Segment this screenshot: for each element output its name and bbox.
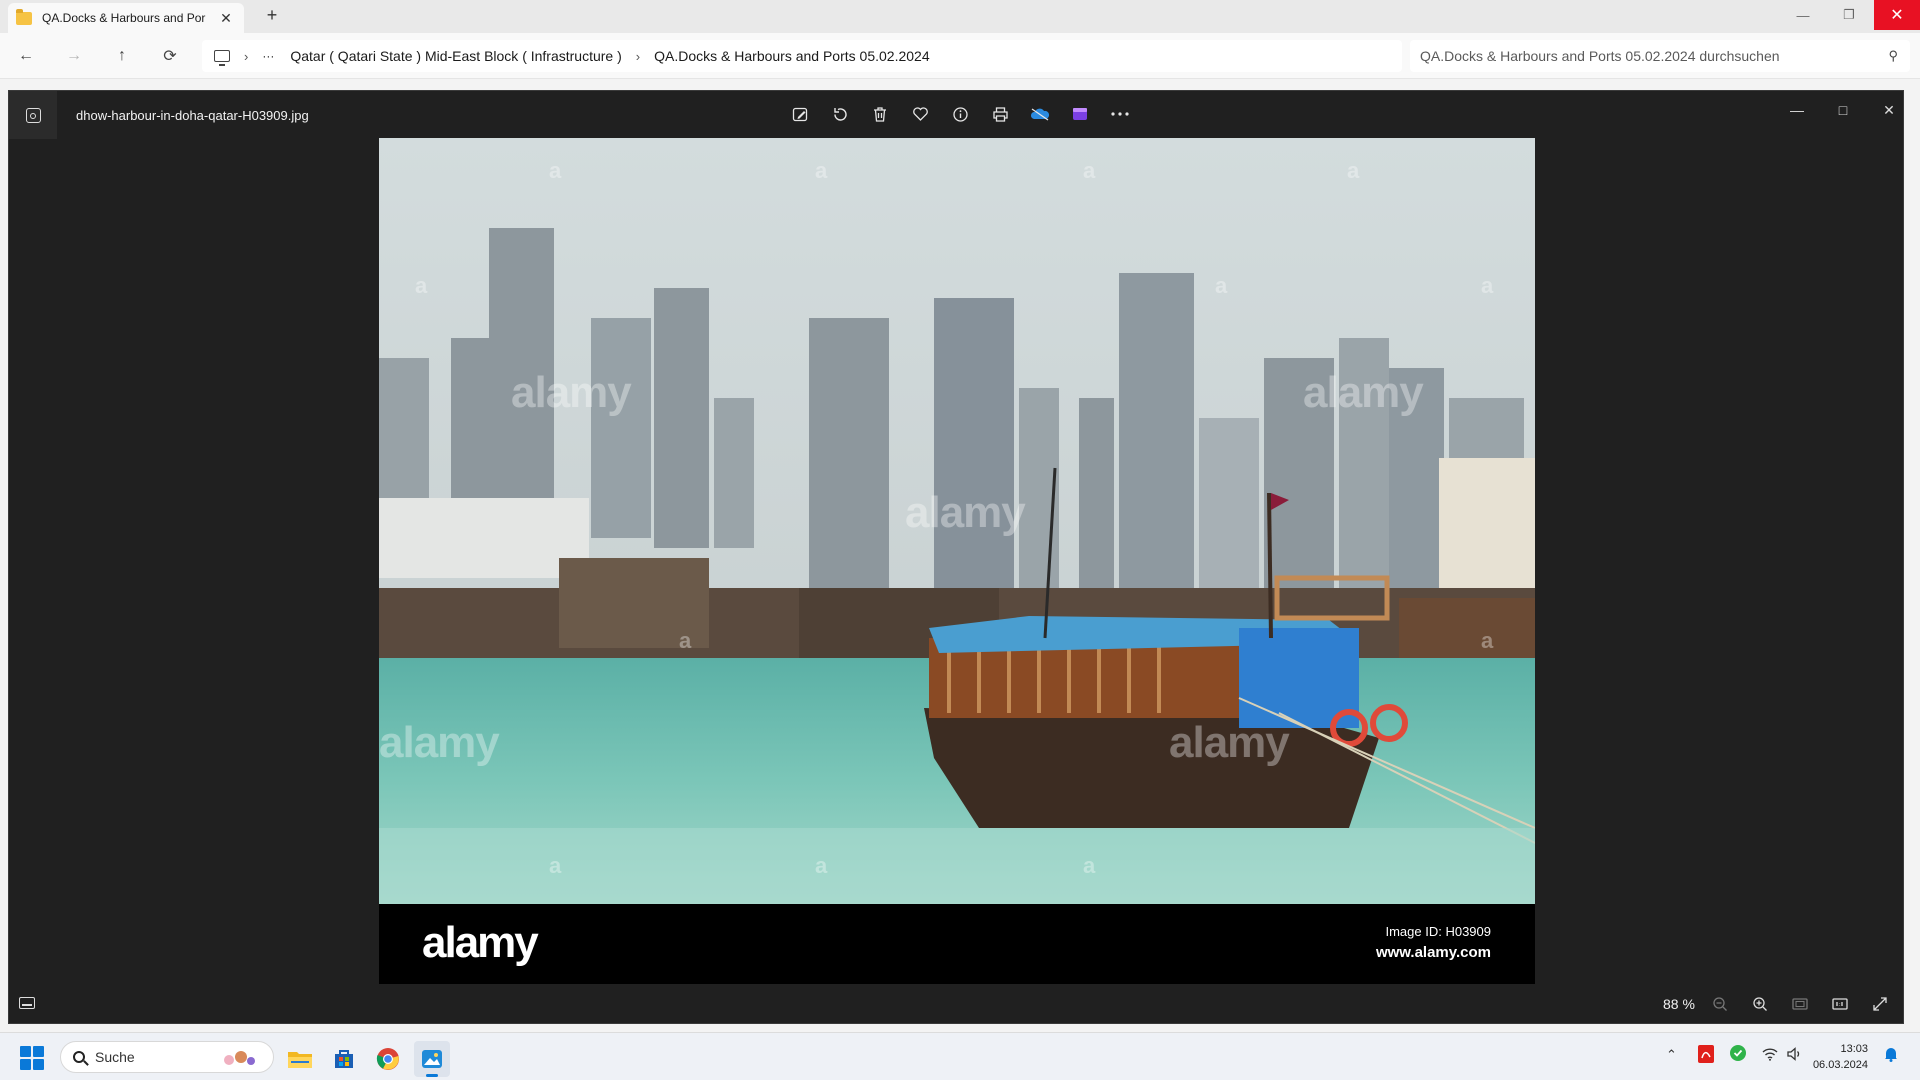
alamy-logo: alamy [422, 918, 539, 967]
this-pc-icon [214, 50, 230, 66]
watermark: alamy [511, 368, 632, 417]
breadcrumb-ellipsis[interactable]: ··· [262, 49, 274, 63]
windows-start-icon[interactable] [20, 1046, 44, 1070]
viewer-minimize-button[interactable]: — [1774, 95, 1820, 125]
volume-icon[interactable] [1786, 1047, 1802, 1064]
chrome-icon[interactable] [370, 1041, 406, 1077]
taskbar-clock[interactable]: 13:03 06.03.2024 [1808, 1041, 1868, 1073]
watermark-letter: a [1481, 273, 1494, 298]
actual-size-icon[interactable] [1826, 992, 1854, 1016]
rotate-icon[interactable] [826, 100, 854, 128]
search-icon [73, 1051, 85, 1063]
up-button[interactable]: ↑ [108, 43, 136, 69]
site-url: www.alamy.com [1375, 944, 1491, 961]
microsoft-store-icon[interactable] [326, 1041, 362, 1077]
back-button[interactable]: ← [12, 43, 40, 69]
close-window-button[interactable]: ✕ [1874, 0, 1920, 30]
watermark-letter: a [549, 853, 562, 878]
notification-bell-icon[interactable] [1884, 1046, 1898, 1065]
delete-icon[interactable] [866, 100, 894, 128]
forward-button[interactable]: → [60, 43, 88, 69]
file-explorer-icon[interactable] [282, 1041, 318, 1077]
folder-search-input[interactable]: QA.Docks & Harbours and Ports 05.02.2024… [1410, 40, 1910, 72]
watermark-letter: a [1215, 273, 1228, 298]
clipchamp-icon[interactable] [1066, 100, 1094, 128]
image-id-label: Image ID: H03909 [1385, 924, 1491, 939]
fit-window-icon[interactable] [1786, 992, 1814, 1016]
more-icon[interactable] [1106, 100, 1134, 128]
watermark: alamy [379, 718, 500, 767]
taskbar: Suche ⌃ 13:03 06.03.2024 [0, 1032, 1920, 1080]
chevron-right-icon: › [244, 48, 249, 64]
breadcrumb-item-current[interactable]: QA.Docks & Harbours and Ports 05.02.2024 [654, 48, 929, 64]
zoom-level[interactable]: 88 % [1663, 996, 1695, 1012]
chevron-right-icon: › [635, 48, 641, 64]
edit-icon[interactable] [786, 100, 814, 128]
clock-time: 13:03 [1840, 1043, 1868, 1055]
wifi-icon[interactable] [1762, 1047, 1778, 1064]
info-icon[interactable] [946, 100, 974, 128]
search-highlight-icon [224, 1051, 255, 1065]
filmstrip-icon[interactable] [19, 997, 35, 1009]
watermark-letter: a [1481, 628, 1494, 653]
restore-button[interactable]: ❐ [1826, 0, 1872, 30]
clock-date: 06.03.2024 [1812, 1059, 1868, 1071]
watermark-letter: a [679, 628, 692, 653]
zoom-in-icon[interactable] [1746, 992, 1774, 1016]
photo-image: alamy alamy alamy alamy alamy a a a a a … [379, 138, 1535, 984]
watermark-letter: a [549, 158, 562, 183]
photos-app-icon [9, 91, 57, 139]
taskbar-search-label: Suche [95, 1049, 135, 1065]
new-tab-button[interactable]: + [262, 5, 282, 26]
print-icon[interactable] [986, 100, 1014, 128]
watermark: alamy [1169, 718, 1290, 767]
onedrive-icon[interactable] [1026, 100, 1054, 128]
fullscreen-icon[interactable] [1866, 992, 1894, 1016]
folder-icon [16, 8, 32, 25]
watermark: alamy [1303, 368, 1424, 417]
photo-toolbar [786, 100, 1134, 128]
tab-title: QA.Docks & Harbours and Por [42, 11, 206, 25]
zoom-out-icon[interactable] [1706, 992, 1734, 1016]
explorer-nav-bar: ← → ↑ ⟳ › ··· Qatar ( Qatari State ) Mid… [0, 33, 1920, 79]
search-icon: ⚲ [1888, 48, 1898, 63]
watermark: alamy [905, 488, 1026, 537]
security-tray-icon[interactable] [1730, 1045, 1746, 1064]
minimize-button[interactable]: — [1780, 0, 1826, 30]
viewer-maximize-button[interactable]: □ [1820, 95, 1866, 125]
watermark-letter: a [815, 158, 828, 183]
refresh-button[interactable]: ⟳ [156, 43, 184, 69]
chevron-up-icon[interactable]: ⌃ [1666, 1047, 1677, 1063]
explorer-tab[interactable]: QA.Docks & Harbours and Por ✕ [8, 3, 244, 33]
address-bar[interactable]: › ··· Qatar ( Qatari State ) Mid-East Bl… [202, 40, 1402, 72]
watermark-letter: a [1347, 158, 1360, 183]
photos-viewer-window: dhow-harbour-in-doha-qatar-H03909.jpg — … [8, 90, 1904, 1024]
breadcrumb-item[interactable]: Qatar ( Qatari State ) Mid-East Block ( … [290, 48, 621, 64]
explorer-title-bar: QA.Docks & Harbours and Por ✕ + — ❐ ✕ [0, 0, 1920, 33]
taskbar-search[interactable]: Suche [60, 1041, 274, 1073]
watermark-letter: a [1083, 853, 1096, 878]
viewer-close-button[interactable]: ✕ [1866, 95, 1912, 125]
viewer-bottom-bar: 88 % [9, 984, 1903, 1024]
search-placeholder: QA.Docks & Harbours and Ports 05.02.2024… [1420, 48, 1780, 64]
tab-close-button[interactable]: ✕ [216, 10, 236, 27]
watermark-letter: a [1083, 158, 1096, 183]
photos-app-taskbar-icon[interactable] [414, 1041, 450, 1077]
watermark-letter: a [415, 273, 428, 298]
watermark-letter: a [815, 853, 828, 878]
favorite-icon[interactable] [906, 100, 934, 128]
acrobat-tray-icon[interactable] [1698, 1045, 1714, 1066]
photo-filename: dhow-harbour-in-doha-qatar-H03909.jpg [76, 108, 309, 123]
stock-banner: alamy Image ID: H03909 www.alamy.com [379, 904, 1535, 984]
